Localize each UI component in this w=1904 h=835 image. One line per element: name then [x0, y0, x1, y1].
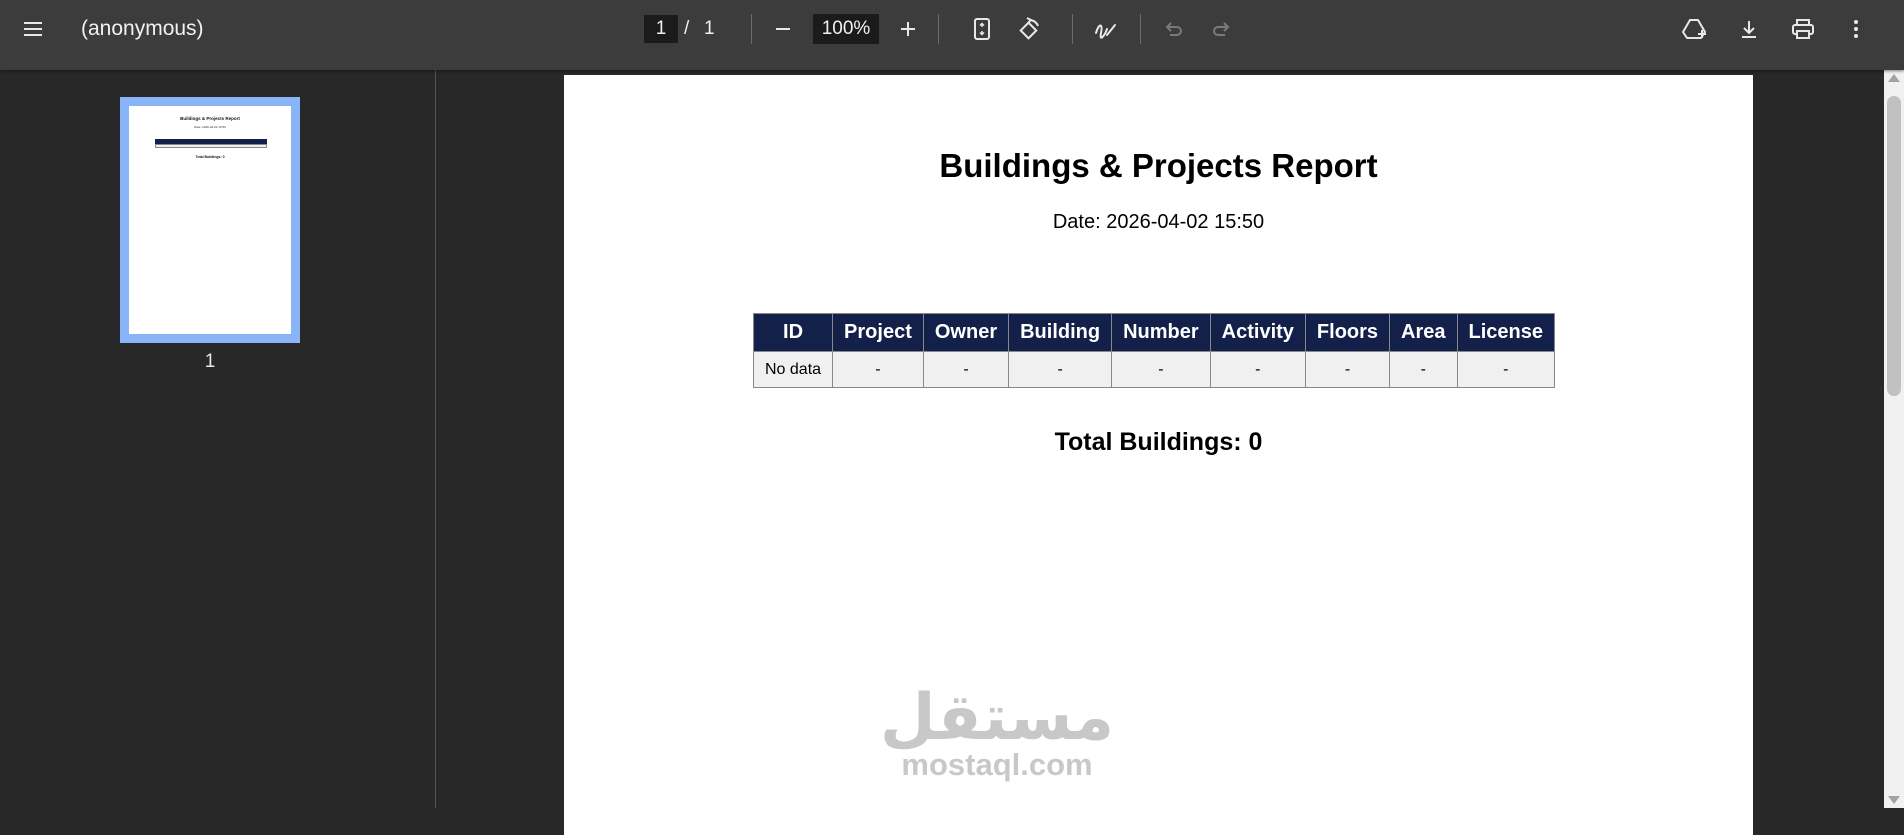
report-title: Buildings & Projects Report [939, 147, 1378, 184]
toolbar-divider [751, 14, 752, 44]
toolbar-divider [1140, 14, 1141, 44]
thumbnail-title: Buildings & Projects Report [180, 116, 240, 121]
table-cell: - [1008, 351, 1113, 388]
document-title: (anonymous) [81, 17, 204, 40]
table-cell: - [832, 351, 924, 388]
thumbnail-page-number: 1 [204, 351, 216, 372]
table-cell: - [1209, 351, 1306, 388]
hamburger-menu-icon[interactable] [13, 9, 53, 49]
column-header-activity: Activity [1209, 313, 1306, 352]
table-cell: - [1389, 351, 1458, 388]
table-row: No data - - - - - - - - [752, 351, 1556, 388]
toolbar-divider [938, 14, 939, 44]
scroll-up-arrow-icon[interactable] [1888, 74, 1900, 82]
page-separator: / [684, 18, 690, 39]
thumbnail-table [155, 139, 267, 148]
fit-to-page-icon[interactable] [962, 9, 1002, 49]
pdf-toolbar: (anonymous) 1 / 1 100% [0, 0, 1904, 70]
column-header-area: Area [1389, 313, 1458, 352]
annotate-pen-icon[interactable] [1086, 9, 1126, 49]
table-cell: No data [752, 351, 834, 388]
table-cell: - [1304, 351, 1391, 388]
redo-icon[interactable] [1202, 9, 1242, 49]
column-header-owner: Owner [922, 313, 1010, 352]
minus-icon[interactable] [763, 9, 803, 49]
table-header-row: ID Project Owner Building Number Activit… [752, 313, 1556, 352]
column-header-id: ID [752, 313, 834, 352]
plus-icon[interactable] [888, 9, 928, 49]
thumbnail-page-preview: Buildings & Projects Report Date: 2026-0… [129, 106, 291, 334]
watermark-arabic-text: مستقل [879, 681, 1115, 753]
scroll-down-arrow-icon[interactable] [1888, 796, 1900, 804]
rotate-icon[interactable] [1009, 9, 1049, 49]
buildings-table: ID Project Owner Building Number Activit… [752, 313, 1556, 388]
thumbnail-date: Date: 2026-04-02 15:50 [194, 125, 226, 129]
table-cell: - [1111, 351, 1211, 388]
page-thumbnail[interactable]: Buildings & Projects Report Date: 2026-0… [120, 97, 300, 343]
mostaql-watermark-logo: مستقل mostaql.com [847, 685, 1147, 783]
save-to-drive-icon[interactable] [1675, 9, 1715, 49]
thumbnail-table-row [155, 144, 267, 148]
thumbnail-total: Total Buildings: 0 [195, 155, 225, 159]
column-header-building: Building [1008, 313, 1113, 352]
column-header-floors: Floors [1304, 313, 1391, 352]
scrollbar-thumb[interactable] [1887, 96, 1901, 396]
zoom-level-input[interactable]: 100% [813, 14, 879, 44]
column-header-project: Project [832, 313, 924, 352]
pdf-page: Buildings & Projects Report Date: 2026-0… [564, 75, 1753, 835]
table-cell: - [1456, 351, 1556, 388]
more-vertical-icon[interactable] [1836, 9, 1876, 49]
page-number-input[interactable]: 1 [644, 15, 678, 43]
total-buildings: Total Buildings: 0 [1054, 428, 1263, 456]
undo-icon[interactable] [1153, 9, 1193, 49]
page-total: 1 [704, 18, 715, 39]
column-header-license: License [1456, 313, 1556, 352]
print-icon[interactable] [1783, 9, 1823, 49]
download-icon[interactable] [1729, 9, 1769, 49]
vertical-scrollbar[interactable] [1884, 70, 1904, 808]
table-cell: - [922, 351, 1010, 388]
column-header-number: Number [1111, 313, 1211, 352]
toolbar-divider [1072, 14, 1073, 44]
report-date: Date: 2026-04-02 15:50 [1052, 211, 1265, 233]
